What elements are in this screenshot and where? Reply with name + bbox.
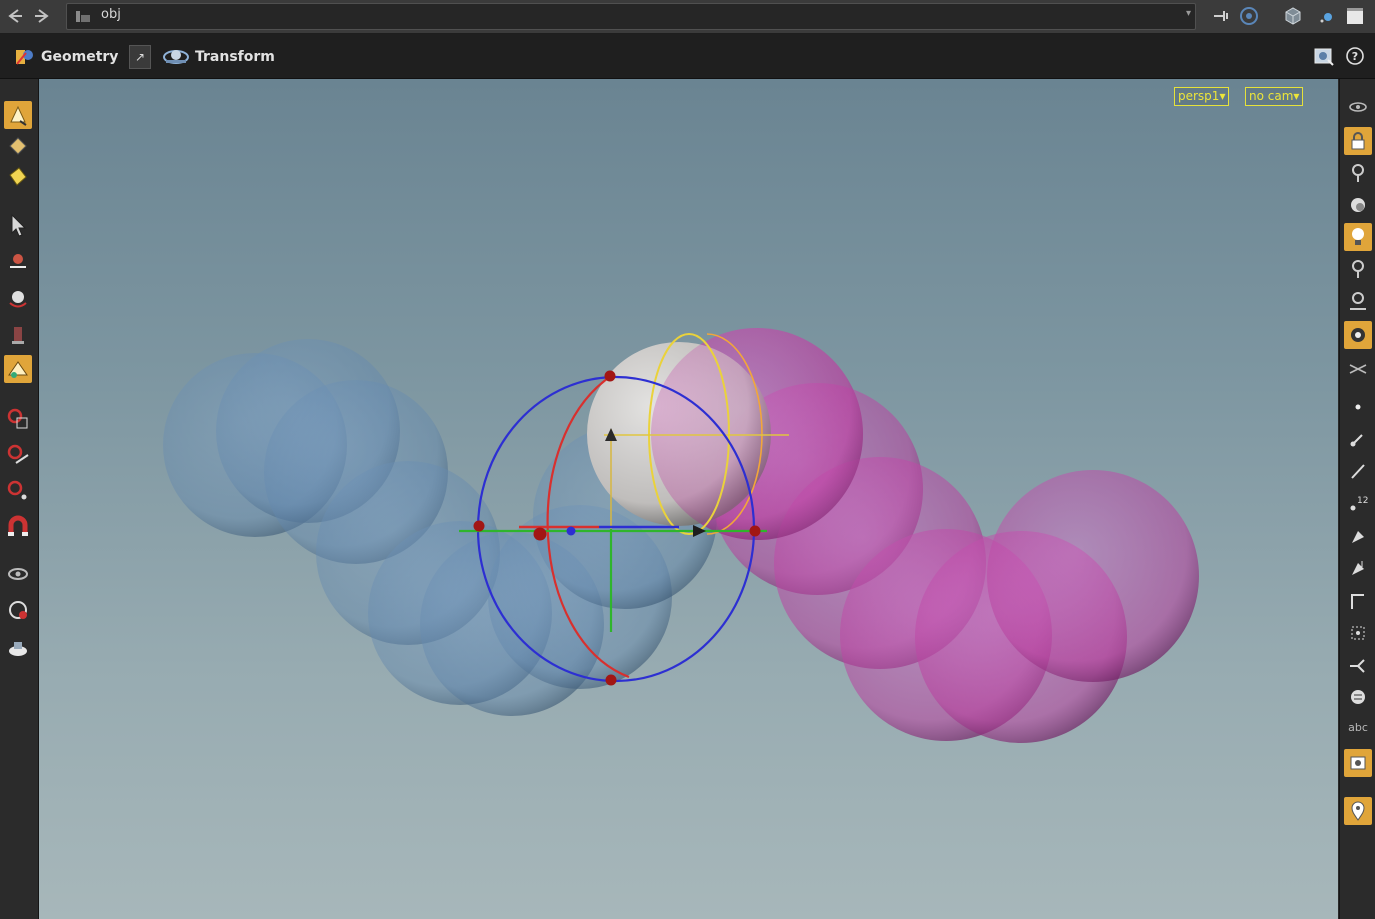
camera-view-icon[interactable] [1344, 321, 1372, 349]
viewport-settings-icon[interactable] [1313, 45, 1335, 67]
select-points-tool-icon[interactable] [4, 132, 32, 160]
primitive-normal-icon[interactable] [1344, 523, 1372, 551]
network-path-field[interactable]: obj ▾ [66, 3, 1196, 30]
uv-border-icon[interactable] [1344, 587, 1372, 615]
no-cam-menu-button[interactable]: no cam▾ [1245, 87, 1304, 106]
handle-knob-blue[interactable] [566, 526, 576, 536]
magnet-icon[interactable] [4, 513, 32, 541]
shading-sphere-icon[interactable] [1344, 191, 1372, 219]
pane-icon[interactable] [1344, 5, 1366, 27]
view-eye-icon[interactable] [4, 560, 32, 588]
light-bulb-icon[interactable] [1344, 223, 1372, 251]
transform-icon [162, 47, 190, 67]
pink-sphere [987, 470, 1199, 682]
handle-tool-icon[interactable] [4, 355, 32, 383]
point-number-text: 12 [1357, 496, 1368, 506]
move-tool-icon[interactable] [4, 247, 32, 275]
snap-curve-icon[interactable] [4, 441, 32, 469]
pin-icon[interactable] [1210, 5, 1232, 27]
text-display-label[interactable]: abc [1344, 717, 1372, 739]
transform-tool-label[interactable]: Transform [162, 45, 275, 69]
marker-icon[interactable] [1344, 255, 1372, 283]
svg-text:?: ? [1352, 50, 1358, 63]
path-text: obj [101, 7, 121, 22]
lock-camera-icon[interactable] [1344, 127, 1372, 155]
jump-button[interactable]: ↗ [129, 45, 151, 69]
handle-knob[interactable] [749, 525, 761, 537]
pink-sphere-overlay [651, 328, 863, 540]
grid-points-icon[interactable] [1344, 619, 1372, 647]
handle-knob[interactable] [473, 520, 485, 532]
snapshot-icon[interactable] [1344, 749, 1372, 777]
obj-network-icon [75, 8, 91, 24]
back-arrow-icon[interactable] [4, 5, 26, 27]
pointer-arrow-icon[interactable] [4, 211, 32, 239]
pin-marker-icon[interactable] [1344, 159, 1372, 187]
top-bar: obj ▾ [0, 0, 1375, 34]
transform-label: Transform [195, 49, 275, 65]
vector-display-icon[interactable] [1344, 457, 1372, 485]
normal-display-icon[interactable] [1344, 425, 1372, 453]
select-geometry-tool-icon[interactable] [4, 101, 32, 129]
forward-arrow-icon[interactable] [31, 5, 53, 27]
list-icon[interactable] [1344, 683, 1372, 711]
wire-icon[interactable] [1344, 355, 1372, 383]
geometry-icon [14, 47, 36, 67]
display-eye-icon[interactable] [1344, 97, 1372, 117]
handle-knob[interactable] [605, 674, 617, 686]
handle-knob[interactable] [533, 527, 547, 541]
primitive-number-icon[interactable] [1344, 555, 1372, 583]
scale-tool-icon[interactable] [4, 321, 32, 349]
light-icon[interactable] [1316, 5, 1338, 27]
geometry-context-button[interactable]: Geometry [14, 45, 118, 69]
select-primitives-tool-icon[interactable] [4, 163, 32, 191]
location-pin-icon[interactable] [1344, 797, 1372, 825]
snap-point-icon[interactable] [4, 477, 32, 505]
left-toolbar [0, 79, 39, 919]
scene-canvas[interactable] [39, 79, 1338, 919]
camera-menu-button[interactable]: persp1▾ [1174, 87, 1230, 106]
branch-icon[interactable] [1344, 651, 1372, 679]
operation-bar: Geometry ↗ Transform ? [0, 34, 1375, 79]
scene-viewport[interactable]: persp1▾ no cam▾ [39, 79, 1338, 919]
point-display-icon[interactable] [1344, 393, 1372, 421]
right-toolbar: 12 abc [1339, 79, 1375, 919]
cube-icon[interactable] [1282, 5, 1304, 27]
rotate-tool-icon[interactable] [4, 284, 32, 312]
cauldron-icon[interactable] [4, 634, 32, 662]
render-region-icon[interactable] [4, 596, 32, 624]
geometry-label: Geometry [41, 49, 119, 65]
snap-grid-icon[interactable] [4, 405, 32, 433]
handle-knob[interactable] [604, 370, 616, 382]
location-icon[interactable] [1344, 287, 1372, 315]
help-icon[interactable]: ? [1344, 45, 1366, 67]
path-dropdown-icon[interactable]: ▾ [1186, 8, 1191, 19]
target-icon[interactable] [1238, 5, 1260, 27]
point-number-icon[interactable]: 12 [1344, 489, 1372, 517]
